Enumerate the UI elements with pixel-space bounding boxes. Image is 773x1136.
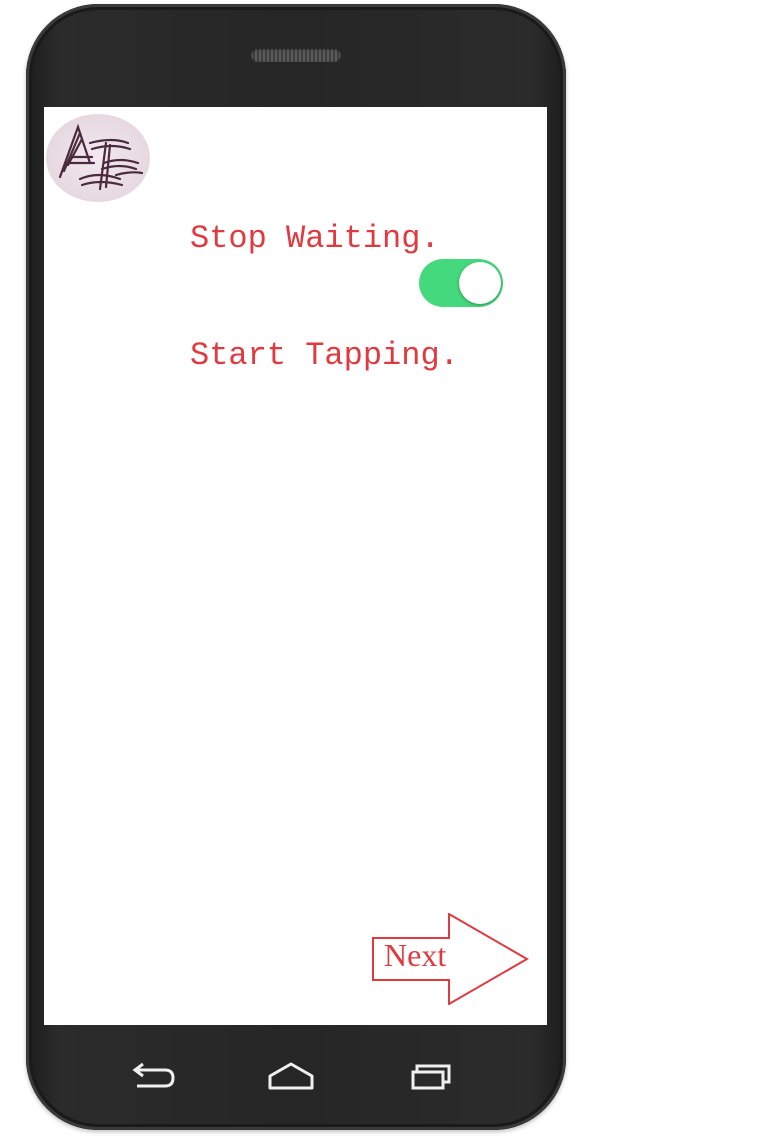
fingerprint-logo-icon <box>46 114 150 202</box>
home-button[interactable] <box>261 1056 321 1096</box>
back-button[interactable] <box>121 1056 181 1096</box>
app-logo <box>46 113 151 203</box>
phone-frame: Stop Waiting. Start Tapping. Next <box>26 4 566 1130</box>
earpiece-speaker <box>251 48 341 62</box>
tagline-line-1: Stop Waiting. <box>190 220 440 257</box>
next-button[interactable]: Next <box>372 913 530 1005</box>
recent-apps-icon <box>411 1064 451 1090</box>
next-label: Next <box>384 937 447 973</box>
back-arrow-icon <box>132 1062 175 1088</box>
tagline: Stop Waiting. Start Tapping. <box>190 141 459 453</box>
home-icon <box>268 1062 314 1090</box>
toggle-knob <box>459 262 501 304</box>
app-screen: Stop Waiting. Start Tapping. Next <box>44 107 547 1025</box>
android-nav-bar <box>26 1034 566 1104</box>
tagline-line-2: Start Tapping. <box>190 337 459 374</box>
enable-toggle-switch[interactable] <box>419 259 503 307</box>
recent-apps-button[interactable] <box>401 1056 461 1096</box>
